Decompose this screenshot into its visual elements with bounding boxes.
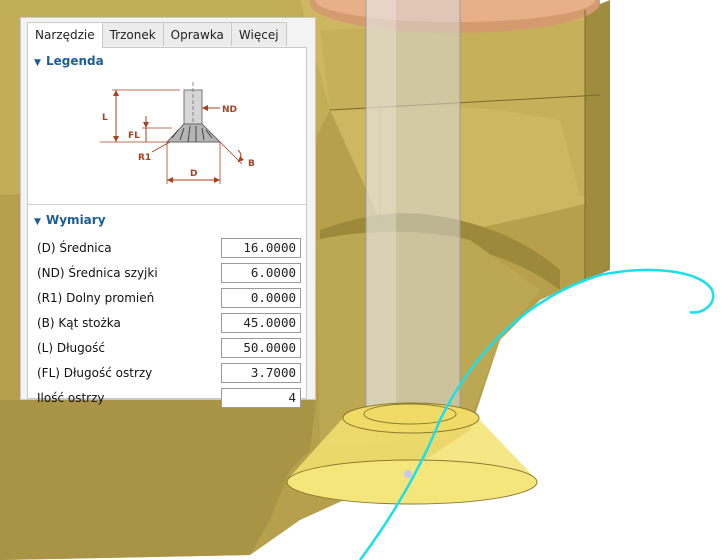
diagram-label-fl: FL [128, 131, 140, 141]
tab-wiecej[interactable]: Więcej [230, 22, 287, 46]
tab-bar: Narzędzie Trzonek Oprawka Więcej [27, 22, 287, 48]
dimensions-section-header[interactable]: ▼ Wymiary [34, 210, 106, 230]
dimension-label: Ilość ostrzy [37, 391, 105, 405]
lower-radius-field[interactable]: 0.0000 [221, 288, 301, 308]
diagram-label-d: D [190, 169, 197, 179]
flute-count-field[interactable]: 4 [221, 388, 301, 408]
toolpath-point [404, 470, 412, 478]
dimension-label: (B) Kąt stożka [37, 316, 121, 330]
diagram-label-b: B [248, 159, 255, 169]
dimension-label: (ND) Średnica szyjki [37, 266, 158, 280]
dimension-row-lower-radius: (R1) Dolny promień 0.0000 [37, 288, 301, 310]
legend-section-header[interactable]: ▼ Legenda [34, 51, 104, 71]
legend-title: Legenda [46, 54, 104, 68]
tool-panel: Narzędzie Trzonek Oprawka Więcej ▼ Legend… [20, 17, 316, 408]
diagram-label-nd: ND [222, 105, 237, 115]
tab-trzonek[interactable]: Trzonek [101, 22, 164, 46]
dimension-row-flute-length: (FL) Długość ostrzy 3.7000 [37, 363, 301, 385]
tool-cone-top [342, 402, 480, 434]
dimension-row-length: (L) Długość 50.0000 [37, 338, 301, 360]
section-divider [28, 204, 306, 205]
tab-narzedzie[interactable]: Narzędzie [27, 22, 103, 48]
collapse-triangle-icon: ▼ [34, 217, 41, 227]
dimension-row-diameter: (D) Średnica 16.0000 [37, 238, 301, 260]
diameter-field[interactable]: 16.0000 [221, 238, 301, 258]
tab-oprawka[interactable]: Oprawka [162, 22, 232, 46]
dimensions-title: Wymiary [46, 213, 106, 227]
dimension-label: (L) Długość [37, 341, 105, 355]
collapse-triangle-icon: ▼ [34, 58, 41, 68]
flute-length-field[interactable]: 3.7000 [221, 363, 301, 383]
length-field[interactable]: 50.0000 [221, 338, 301, 358]
dimension-label: (D) Średnica [37, 241, 112, 255]
cone-angle-field[interactable]: 45.0000 [221, 313, 301, 333]
tool-diagram: L FL ND R1 D B [100, 82, 255, 184]
dimension-label: (R1) Dolny promień [37, 291, 155, 305]
tab-content: ▼ Legenda L FL ND R1 D B ▼ Wymiary (D) Ś… [27, 47, 307, 408]
neck-diameter-field[interactable]: 6.0000 [221, 263, 301, 283]
part-right-end [585, 0, 610, 280]
dimension-row-flute-count: Ilość ostrzy 4 [37, 388, 301, 410]
dimension-label: (FL) Długość ostrzy [37, 366, 153, 380]
dimension-row-cone-angle: (B) Kąt stożka 45.0000 [37, 313, 301, 335]
dimension-row-neck-diameter: (ND) Średnica szyjki 6.0000 [37, 263, 301, 285]
diagram-label-r1: R1 [138, 153, 151, 163]
diagram-label-l: L [102, 113, 108, 123]
